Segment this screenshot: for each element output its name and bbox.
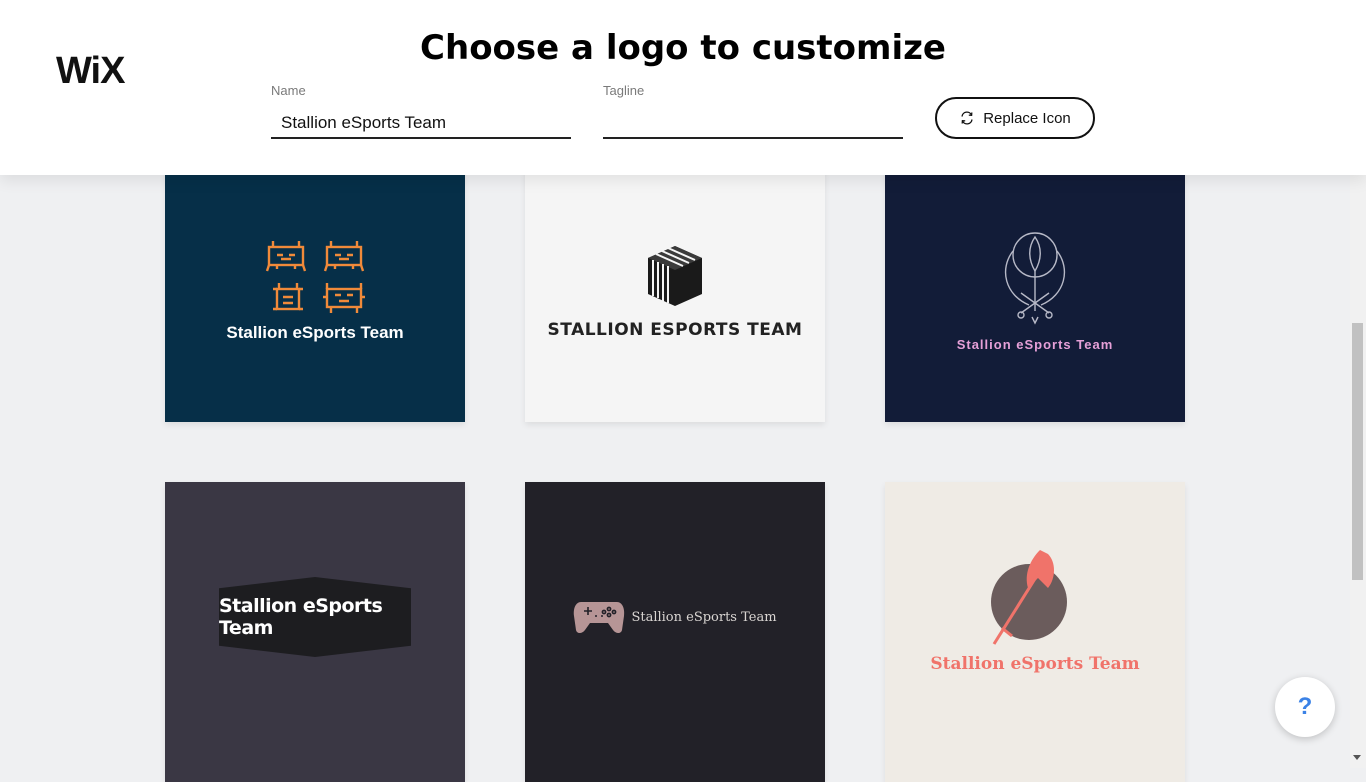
logo-text: Stallion eSports Team (956, 336, 1114, 352)
logo-card-5[interactable]: Stallion eSports Team (525, 482, 825, 782)
tagline-input[interactable] (603, 112, 903, 139)
scrollbar-thumb[interactable] (1352, 323, 1363, 580)
refresh-icon (961, 111, 973, 125)
header: WiX Choose a logo to customize Name Tagl… (0, 0, 1366, 175)
gamepad-icon (574, 602, 625, 633)
help-button[interactable]: ? (1275, 677, 1335, 737)
striped-cube-icon (648, 246, 702, 306)
khanda-emblem-icon (1004, 231, 1066, 325)
tagline-field: Tagline (603, 83, 903, 139)
space-invader-icon (265, 241, 365, 313)
logo-text: Stallion eSports Team (226, 323, 404, 342)
battle-axe-icon (991, 550, 1067, 645)
logo-card-2[interactable]: STALLION ESPORTS TEAM (525, 160, 825, 422)
logo-row: Stallion eSports Team (573, 600, 777, 634)
hexagon-badge: Stallion eSports Team (219, 577, 411, 657)
logo-text: STALLION ESPORTS TEAM (547, 320, 803, 340)
replace-icon-button[interactable]: Replace Icon (935, 97, 1095, 139)
tagline-label: Tagline (603, 83, 645, 98)
logo-text: Stallion eSports Team (631, 609, 777, 625)
logo-text: Stallion eSports Team (219, 595, 383, 639)
replace-icon-label: Replace Icon (983, 109, 1071, 127)
scroll-down-arrow-icon[interactable] (1353, 755, 1361, 760)
logo-card-6[interactable]: Stallion eSports Team (885, 482, 1185, 782)
name-label: Name (271, 83, 306, 98)
page-title: Choose a logo to customize (420, 28, 946, 68)
logo-card-1[interactable]: Stallion eSports Team (165, 160, 465, 422)
name-field: Name (271, 83, 571, 139)
logo-card-3[interactable]: Stallion eSports Team (885, 160, 1185, 422)
name-input[interactable] (271, 112, 571, 139)
logo-text: Stallion eSports Team (930, 654, 1140, 674)
logo-card-4[interactable]: Stallion eSports Team (165, 482, 465, 782)
